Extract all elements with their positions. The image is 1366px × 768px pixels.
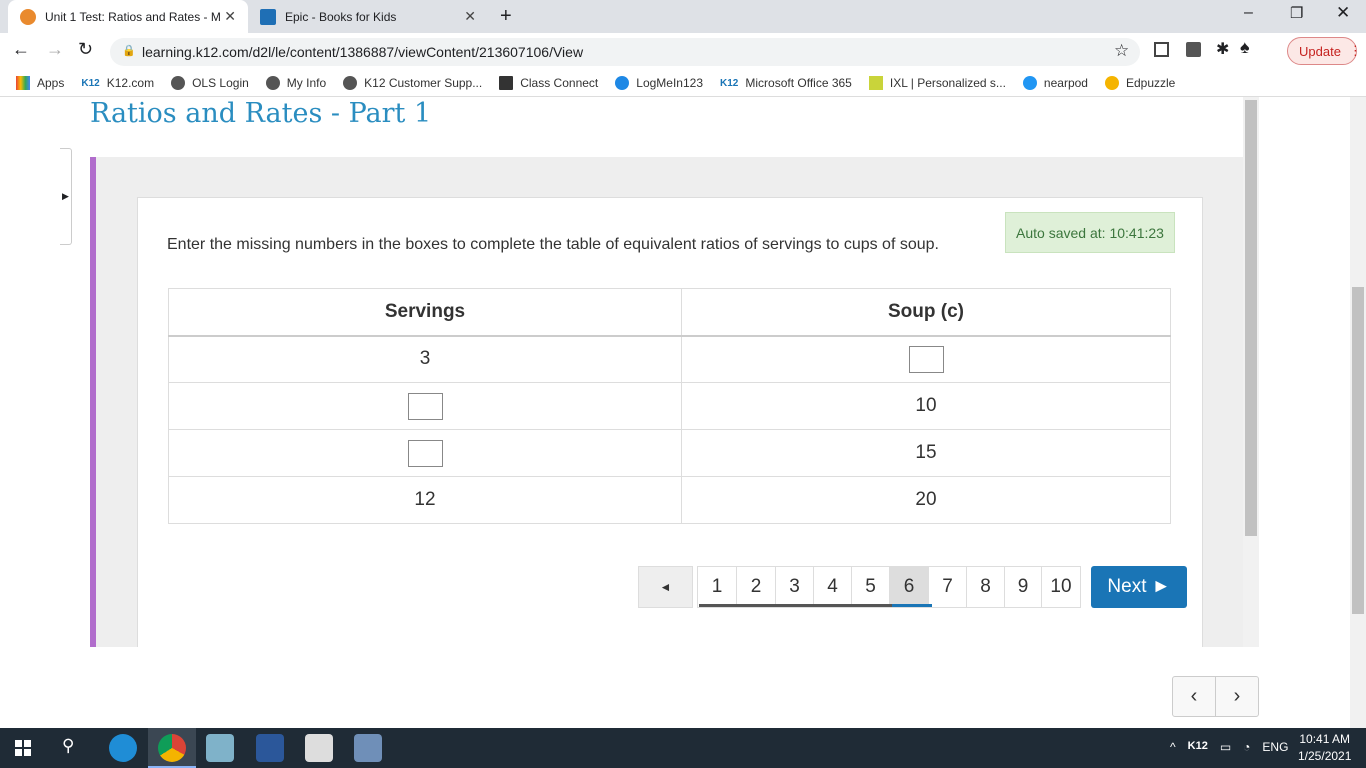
puzzle-icon[interactable]: ✱: [1216, 39, 1229, 59]
bookmark-office365[interactable]: K12 Microsoft Office 365: [720, 76, 852, 90]
previous-button[interactable]: ◄: [638, 566, 693, 608]
back-icon[interactable]: ←: [12, 39, 30, 60]
address-bar[interactable]: 🔒 learning.k12.com/d2l/le/content/138688…: [110, 38, 1140, 66]
reload-icon[interactable]: ↻: [78, 39, 93, 60]
ixl-icon: [868, 76, 883, 90]
lock-icon: 🔒: [122, 45, 136, 57]
page-10[interactable]: 10: [1041, 566, 1081, 608]
previous-topic-button[interactable]: ‹: [1172, 676, 1216, 717]
page-title: Ratios and Rates - Part 1: [90, 98, 432, 129]
bookmark-k12-support[interactable]: K12 Customer Supp...: [343, 76, 482, 90]
current-page-indicator: [892, 604, 932, 607]
pocket-icon[interactable]: [1186, 42, 1201, 57]
close-window-icon[interactable]: ✕: [1336, 3, 1350, 23]
edpuzzle-icon: [1104, 76, 1119, 90]
answer-input[interactable]: [908, 345, 944, 373]
tab-epic[interactable]: Epic - Books for Kids ✕: [248, 0, 488, 33]
app-icon[interactable]: [354, 734, 382, 762]
next-button[interactable]: Next ►: [1091, 566, 1187, 608]
restore-icon[interactable]: ❐: [1290, 4, 1303, 22]
page-1[interactable]: 1: [697, 566, 737, 608]
table-row: 15: [168, 429, 1171, 477]
chrome-icon[interactable]: [158, 734, 186, 762]
video-icon: [499, 76, 514, 90]
brightspace-icon: [20, 8, 36, 25]
epic-icon: [260, 8, 276, 25]
question-prompt: Enter the missing numbers in the boxes t…: [167, 236, 939, 253]
globe-icon: [265, 76, 280, 90]
bookmark-k12[interactable]: K12 K12.com: [81, 76, 154, 90]
page-5[interactable]: 5: [851, 566, 890, 608]
plus-circle-icon: [615, 76, 630, 90]
bookmark-logmein[interactable]: LogMeIn123: [615, 76, 703, 90]
table-row: 12 20: [168, 476, 1171, 524]
apps-icon: [16, 76, 30, 90]
system-tray: ^ K12 ▭ ◔ ENG: [1170, 740, 1289, 754]
bookmark-my-info[interactable]: My Info: [265, 76, 326, 90]
close-tab-icon[interactable]: ✕: [464, 8, 476, 25]
page-scroll-thumb[interactable]: [1352, 287, 1364, 614]
content-scroll-thumb[interactable]: [1245, 100, 1257, 536]
search-icon[interactable]: ⚲: [62, 736, 74, 756]
k12-icon: K12: [81, 77, 100, 89]
taskbar: ⚲: [0, 728, 1366, 768]
pagination: ◄ 1 2 3 4 5 6 7 8 9 10: [638, 566, 1081, 608]
next-topic-button[interactable]: ›: [1215, 676, 1259, 717]
bookmark-nearpod[interactable]: nearpod: [1022, 76, 1088, 90]
table-header: Servings Soup (c): [168, 288, 1171, 337]
update-button[interactable]: Update ⋮: [1287, 37, 1362, 65]
minimize-icon[interactable]: –: [1244, 4, 1253, 22]
page-9[interactable]: 9: [1004, 566, 1042, 608]
page-4[interactable]: 4: [813, 566, 852, 608]
clock[interactable]: 10:41 AM 1/25/2021: [1298, 731, 1351, 765]
table-row: 3: [168, 335, 1171, 383]
bookmark-ols-login[interactable]: OLS Login: [171, 76, 249, 90]
bookmark-apps[interactable]: Apps: [16, 76, 64, 90]
answer-input[interactable]: [407, 392, 443, 420]
page-7[interactable]: 7: [928, 566, 967, 608]
terms-of-use-icon[interactable]: [305, 734, 333, 762]
cast-icon[interactable]: [1154, 42, 1169, 57]
close-tab-icon[interactable]: ✕: [224, 8, 236, 25]
table-row: 10: [168, 382, 1171, 430]
windows-start-icon[interactable]: [15, 740, 31, 756]
bookmarks-bar: Apps K12 K12.com OLS Login My Info K12 Cu…: [0, 70, 1366, 97]
new-tab-icon[interactable]: +: [500, 5, 512, 28]
answer-input[interactable]: [407, 439, 443, 467]
nearpod-icon: [1022, 76, 1037, 90]
word-icon[interactable]: [256, 734, 284, 762]
autosave-status: Auto saved at: 10:41:23: [1005, 212, 1175, 253]
extension-icon[interactable]: ♠: [1240, 37, 1250, 58]
bookmark-edpuzzle[interactable]: Edpuzzle: [1104, 76, 1175, 90]
expand-sidebar-button[interactable]: ▶: [60, 148, 72, 245]
globe-icon: [343, 76, 358, 90]
app-icon[interactable]: [206, 734, 234, 762]
chevron-up-icon[interactable]: ^: [1170, 740, 1176, 754]
k12-icon: K12: [720, 77, 739, 89]
page-8[interactable]: 8: [966, 566, 1005, 608]
ratio-table: Servings Soup (c) 3 10 15 12 20: [168, 288, 1171, 524]
star-icon[interactable]: ☆: [1114, 41, 1129, 61]
page-6[interactable]: 6: [889, 566, 929, 608]
bookmark-class-connect[interactable]: Class Connect: [499, 76, 598, 90]
wifi-icon[interactable]: ◔: [1243, 740, 1250, 754]
tab-unit-test[interactable]: Unit 1 Test: Ratios and Rates - M ✕: [8, 0, 248, 33]
edge-icon[interactable]: [109, 734, 137, 762]
page-3[interactable]: 3: [775, 566, 814, 608]
tab-bar: Unit 1 Test: Ratios and Rates - M ✕ Epic…: [0, 0, 1366, 33]
battery-icon[interactable]: ▭: [1220, 740, 1231, 754]
page-2[interactable]: 2: [736, 566, 776, 608]
globe-icon: [171, 76, 186, 90]
forward-icon[interactable]: →: [46, 39, 64, 60]
bookmark-ixl[interactable]: IXL | Personalized s...: [868, 76, 1006, 90]
